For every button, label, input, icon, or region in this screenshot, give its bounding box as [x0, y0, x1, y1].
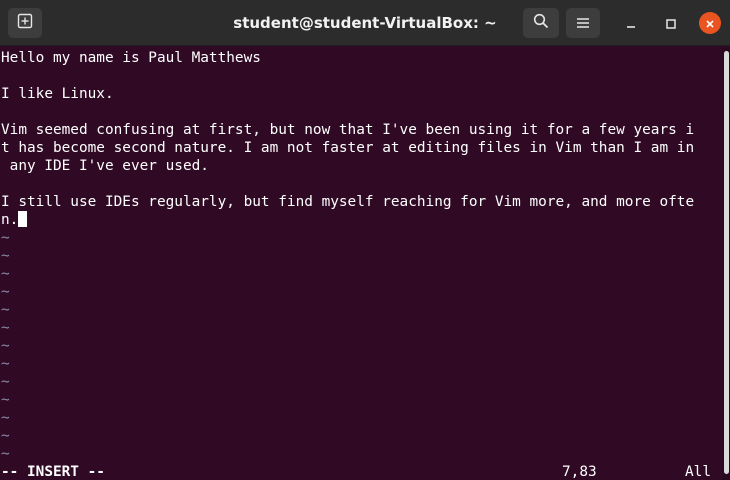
empty-line-marker: ~ [1, 230, 10, 246]
terminal-view[interactable]: Hello my name is Paul Matthews I like Li… [0, 47, 722, 480]
close-icon [705, 14, 715, 33]
text-line: Hello my name is Paul Matthews [1, 50, 261, 66]
maximize-icon [666, 14, 676, 33]
text-line-with-cursor: n. [1, 211, 27, 229]
text-line: t has become second nature. I am not fas… [1, 140, 695, 156]
menu-button[interactable] [566, 8, 600, 38]
vertical-scrollbar[interactable] [722, 47, 730, 480]
empty-line-marker: ~ [1, 374, 10, 390]
text-line: any IDE I've ever used. [1, 158, 209, 174]
minimize-icon [626, 14, 636, 33]
scroll-position: All [685, 464, 711, 480]
maximize-button[interactable] [660, 12, 682, 34]
text-line: Vim seemed confusing at first, but now t… [1, 122, 695, 138]
text-line: n. [1, 212, 19, 228]
scrollbar-thumb[interactable] [724, 51, 729, 474]
cursor-position: 7,83 [562, 464, 597, 480]
search-button[interactable] [523, 8, 559, 38]
empty-line-marker: ~ [1, 428, 10, 444]
empty-line-marker: ~ [1, 356, 10, 372]
empty-line-marker: ~ [1, 320, 10, 336]
new-tab-button[interactable] [8, 8, 42, 38]
minimize-button[interactable] [620, 12, 642, 34]
text-line: I like Linux. [1, 86, 114, 102]
vim-mode-indicator: -- INSERT -- [1, 464, 105, 480]
empty-line-marker: ~ [1, 338, 10, 354]
text-line: I still use IDEs regularly, but find mys… [1, 194, 695, 210]
window-title: student@student-VirtualBox: ~ [233, 14, 497, 32]
empty-line-marker: ~ [1, 410, 10, 426]
empty-line-marker: ~ [1, 266, 10, 282]
search-icon [533, 13, 549, 33]
hamburger-menu-icon [576, 14, 590, 33]
empty-line-marker: ~ [1, 248, 10, 264]
empty-line-marker: ~ [1, 284, 10, 300]
empty-line-marker: ~ [1, 302, 10, 318]
text-cursor [18, 211, 27, 227]
title-bar: student@student-VirtualBox: ~ [0, 0, 730, 46]
close-button[interactable] [699, 12, 721, 34]
empty-line-marker: ~ [1, 392, 10, 408]
new-tab-icon [17, 13, 33, 33]
empty-line-marker: ~ [1, 446, 10, 462]
